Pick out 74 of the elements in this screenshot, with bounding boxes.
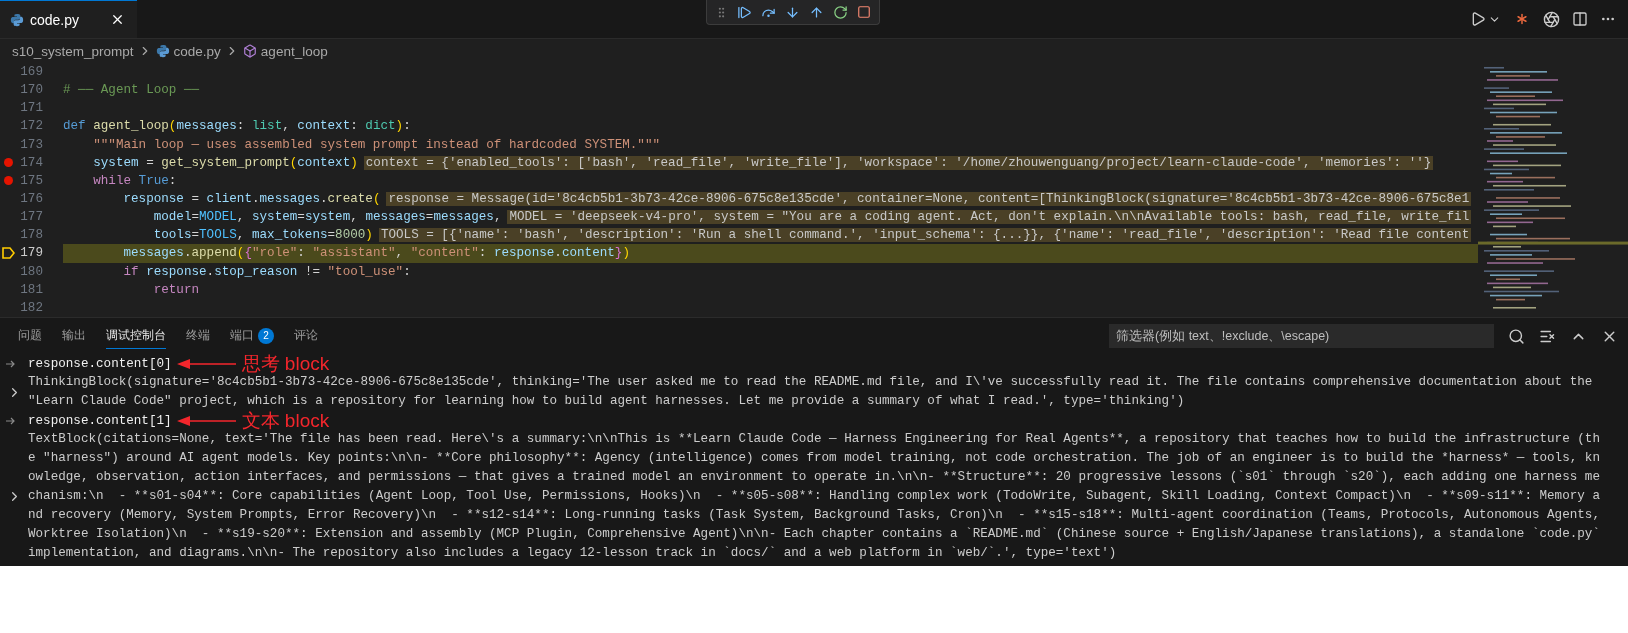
panel-tab[interactable]: 输出 (62, 323, 86, 349)
continue-icon[interactable] (737, 4, 752, 20)
stop-icon[interactable] (857, 5, 871, 19)
console-output-line: TextBlock(citations=None, text='The file has been read. Here\'s a summary:\n\nThis is **Learn Claude Code — Harness Engineering for Real Agents**, a repository that teaches how to build the infrastructure (th (28, 431, 1600, 448)
line-number: 177 (19, 210, 43, 225)
line-number: 170 (19, 83, 43, 98)
line-number: 176 (19, 192, 43, 207)
panel-tab[interactable]: 问题 (18, 323, 42, 349)
code-line: # ── Agent Loop ── (63, 83, 200, 98)
count-badge: 2 (258, 327, 274, 344)
code-line: system = get_system_prompt(context) (92, 155, 358, 170)
code-line: messages.append({"role": "assistant", "content": response.content}) (122, 246, 630, 261)
panel-tab[interactable]: 评论 (294, 323, 318, 349)
code-line: """Main loop — uses assembled system prompt instead of hardcoded SYSTEM.""" (92, 137, 661, 152)
line-number: 182 (19, 300, 43, 315)
panel-tab[interactable]: 终端 (186, 323, 210, 349)
run-icon[interactable] (1470, 11, 1486, 27)
breakpoint-dot[interactable] (4, 158, 13, 168)
line-number: 172 (19, 119, 43, 134)
inline-value-hint: response = Message(id='8c4cb5b1-3b73-42ce-8906-675c8e135cde', container=None, content=[ThinkingBlock(signature='8c4cb5b1-3b73-42ce-8906-675c8e1 (386, 192, 1472, 207)
line-number: 173 (19, 137, 43, 152)
annotation-label: 思考 block (241, 354, 330, 373)
search-icon[interactable] (1508, 327, 1525, 345)
console-output-line: e "harness") around AI agent models. Key points:\n\n- **Core philosophy**: Agency (intelligence) comes from model training, not code orchestration. The job of an engineer is to build the *harness* — tools, kn (28, 450, 1600, 467)
inline-value-hint: TOOLS = [{'name': 'bash', 'description': 'Run a shell command.', 'input_schema': {...}}, {'name': 'read_file', 'description': 'Read file content (378, 228, 1472, 243)
input-arrow-icon (6, 416, 16, 425)
close-icon[interactable] (110, 12, 125, 27)
code-line: if response.stop_reason != "tool_use": (122, 264, 411, 279)
current-line-arrow-icon (2, 247, 15, 260)
restart-icon[interactable] (833, 4, 848, 20)
editor-tab[interactable]: code.py (0, 0, 137, 38)
aperture-icon[interactable] (1543, 10, 1560, 28)
line-number: 175 (19, 173, 43, 188)
annotation-arrow (175, 356, 238, 371)
code-line: response = client.messages.create( (122, 192, 381, 207)
console-output-line: "Learn Claude Code" project, which is a repository for learning how to build agent harnesses. Let me provide a summary of what I read.', type='thinking') (28, 393, 1186, 410)
console-output-line: ThinkingBlock(signature='8c4cb5b1-3b73-42ce-8906-675c8e135cde', thinking='The user asked me to read the README.md file, and I\'ve successfully read it. The file contains comprehensive documentation about the (28, 374, 1593, 391)
breadcrumb-item[interactable]: s10_system_prompt (12, 43, 134, 59)
cube-icon (242, 44, 257, 58)
code-line: def agent_loop(messages: list, context: dict): (63, 119, 411, 134)
panel-tab[interactable]: 调试控制台 (106, 323, 166, 349)
input-arrow-icon (6, 359, 16, 368)
python-file-icon (10, 12, 24, 27)
inline-value-hint: MODEL = 'deepseek-v4-pro', system = "You are a coding agent. Act, don't explain.\n\nAvailable tools: bash, read_file, write_fil (507, 210, 1472, 225)
line-number: 181 (19, 282, 43, 297)
step-into-icon[interactable] (785, 4, 800, 20)
console-output-line: nd recovery (Memory, System Prompts, Error Recovery)\n - **s12-s14**: Long-running tasks (Task System, Background Tasks, Cron)\n - **s15-s18**: Multi-agent coordination (Teams, Protocols, Autonomous Agents, (28, 507, 1600, 524)
breakpoint-dot[interactable] (4, 176, 13, 186)
console-output-line: owledge, observation, action interfaces, and permissions — that gives a trained model an environment to operate in.\n\n- **Structure**: 20 progressive lessons (`s01` through `s20`), each adding one harness me (28, 469, 1600, 486)
line-number: 171 (19, 101, 43, 116)
code-line: while True: (92, 173, 177, 188)
line-number: 179 (19, 246, 43, 261)
breadcrumb-item[interactable]: agent_loop (260, 43, 328, 59)
console-output-line: implementation, and diagrams.\n\n- The repository also includes a legacy 12-lesson track in `docs/` and a web platform in `web/`.', type='text') (28, 545, 1118, 562)
split-editor-icon[interactable] (1572, 11, 1588, 27)
annotation-label: 文本 block (241, 411, 330, 430)
code-line: return (152, 282, 200, 297)
filter-field[interactable]: 筛选器(例如 text、!exclude、\escape) (1109, 324, 1494, 348)
python-file-icon (155, 44, 170, 58)
code-line: model=MODEL, system=system, messages=messages, (152, 210, 502, 225)
annotation-arrow (175, 413, 238, 428)
line-number: 174 (19, 155, 43, 170)
line-number: 169 (19, 65, 43, 80)
console-output-line: Worktree Isolation)\n - **s19-s20**: Extension and assembly (MCP Plugin, Comprehensive Agent)\n\n- Each chapter contains a `README.md` (Chinese source + English/Japanese translations), a standalone `code.py` (28, 526, 1600, 543)
code-line: tools=TOOLS, max_tokens=8000) (152, 228, 373, 243)
panel-tab[interactable]: 端口 2 (230, 323, 274, 349)
console-output-line: chanism:\n - **s01-s04**: Core capabilities (Agent Loop, Tool Use, Permissions, Hooks)\n - **s05-s08**: Handling complex work (TodoWrite, Subagent, Skill Loading, Context Compact)\n - **s09-s11**: Memory a (28, 488, 1600, 505)
breadcrumb-item[interactable]: code.py (173, 43, 221, 59)
step-out-icon[interactable] (809, 4, 824, 20)
console-input-text: response.content[0] (28, 356, 172, 371)
inline-value-hint: context = {'enabled_tools': ['bash', 'read_file', 'write_file'], 'workspace': '/home/zhouwenguang/project/learn-claude-code', 'memories': ''} (363, 155, 1434, 170)
line-number: 180 (19, 264, 43, 279)
console-input-text: response.content[1] (28, 413, 172, 428)
line-number: 178 (19, 228, 43, 243)
